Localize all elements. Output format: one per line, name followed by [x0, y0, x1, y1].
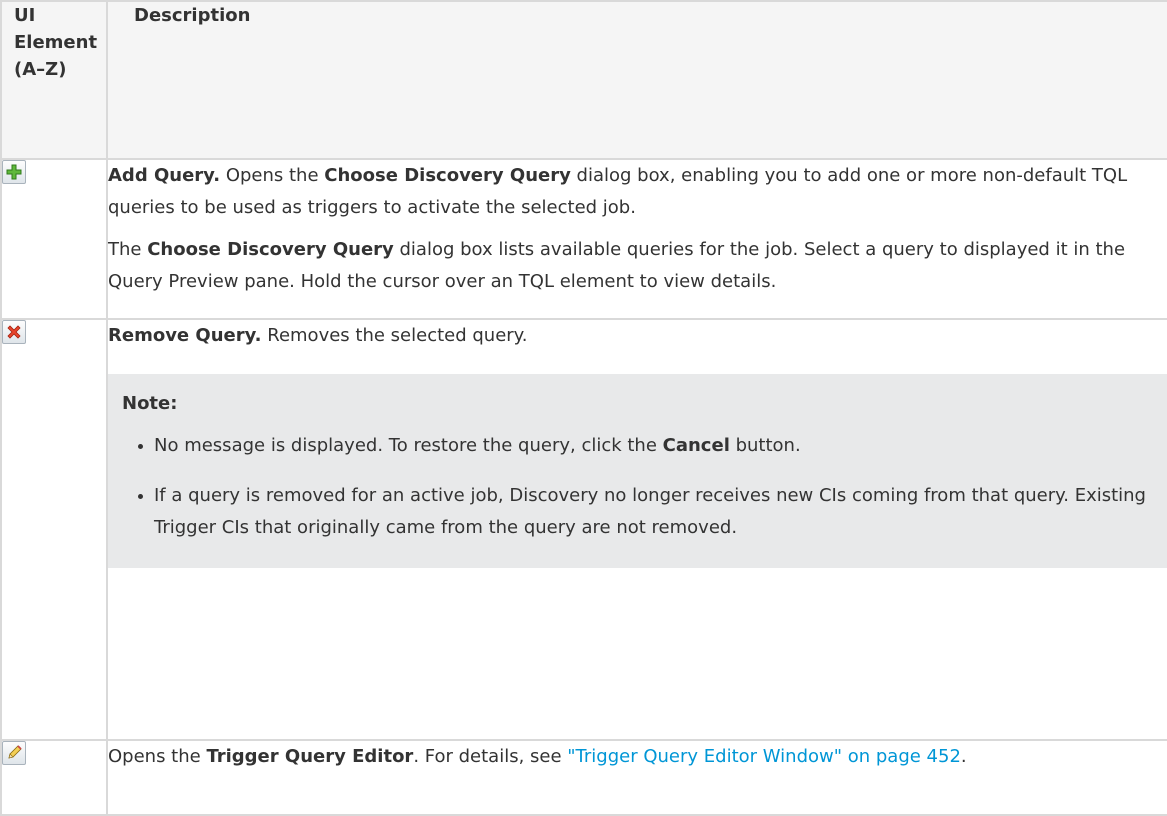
icon-cell [0, 739, 108, 816]
table-row: Opens the Trigger Query Editor. For deta… [0, 739, 1167, 816]
add-query-description: Add Query. Opens the Choose Discovery Qu… [108, 160, 1167, 224]
choose-discovery-query-term: Choose Discovery Query [147, 239, 394, 260]
table-row: Remove Query. Removes the selected query… [0, 318, 1167, 741]
cancel-button-term: Cancel [662, 435, 730, 456]
edit-icon [2, 741, 26, 765]
text-fragment: Removes the selected query. [261, 325, 528, 346]
header-description: Description [106, 0, 1167, 160]
note-box: Note: No message is displayed. To restor… [106, 374, 1167, 568]
add-icon [2, 160, 26, 184]
remove-query-title: Remove Query. [108, 325, 262, 346]
description-cell: Add Query. Opens the Choose Discovery Qu… [106, 158, 1167, 320]
description-cell: Opens the Trigger Query Editor. For deta… [106, 739, 1167, 816]
icon-cell [0, 158, 108, 320]
text-fragment: Opens the [220, 165, 325, 186]
text-fragment: No message is displayed. To restore the … [154, 435, 663, 456]
table-row: Add Query. Opens the Choose Discovery Qu… [0, 158, 1167, 320]
trigger-query-editor-link[interactable]: "Trigger Query Editor Window" on page 45… [567, 746, 961, 767]
edit-query-description: Opens the Trigger Query Editor. For deta… [108, 741, 1167, 773]
note-title: Note: [122, 393, 178, 414]
text-fragment: . [960, 746, 967, 767]
add-query-title: Add Query. [108, 165, 221, 186]
list-item: No message is displayed. To restore the … [138, 430, 1147, 462]
remove-query-description: Remove Query. Removes the selected query… [108, 320, 1167, 352]
trigger-query-editor-term: Trigger Query Editor [206, 746, 414, 767]
text-fragment: The [108, 239, 148, 260]
description-cell: Remove Query. Removes the selected query… [106, 318, 1167, 741]
icon-cell [0, 318, 108, 741]
header-ui-element-line2: Element [14, 32, 98, 53]
choose-discovery-query-term: Choose Discovery Query [324, 165, 571, 186]
note-list: No message is displayed. To restore the … [122, 430, 1147, 544]
text-fragment: button. [729, 435, 801, 456]
remove-icon [2, 320, 26, 344]
text-fragment: Opens the [108, 746, 207, 767]
header-ui-element: UI Element (A–Z) [0, 0, 108, 160]
table-header-row: UI Element (A–Z) Description [0, 0, 1167, 160]
ui-elements-table: UI Element (A–Z) Description Add Query. … [0, 0, 1167, 816]
list-item: If a query is removed for an active job,… [138, 480, 1147, 544]
header-ui-element-line1: UI [14, 5, 36, 26]
header-ui-element-line3: (A–Z) [14, 59, 67, 80]
choose-query-description: The Choose Discovery Query dialog box li… [108, 234, 1167, 298]
text-fragment: . For details, see [413, 746, 568, 767]
